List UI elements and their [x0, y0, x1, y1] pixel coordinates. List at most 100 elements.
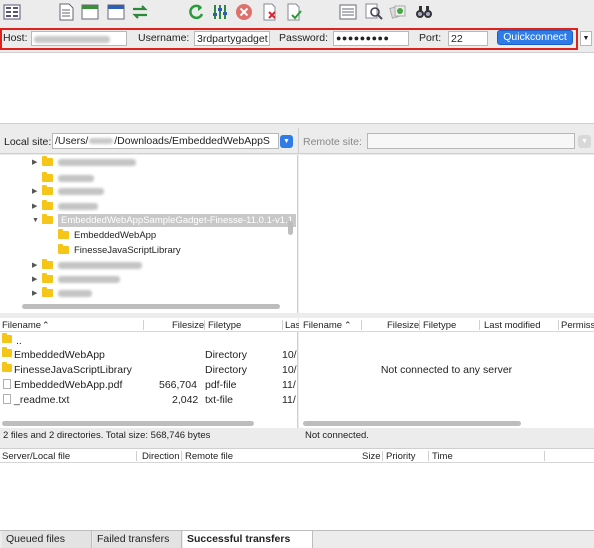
message-log-icon[interactable]	[56, 2, 76, 22]
transfer-queue[interactable]: Server/Local file Direction Remote file …	[0, 448, 594, 530]
file-name: _readme.txt	[14, 394, 70, 406]
tab-failed-transfers[interactable]: Failed transfers	[93, 531, 182, 548]
tree-node[interactable]: ▶	[32, 199, 98, 213]
password-input[interactable]: ●●●●●●●●●	[333, 31, 409, 46]
file-type: pdf-file	[205, 379, 237, 391]
column-filesize[interactable]: Filesize	[387, 320, 419, 331]
folder-icon	[58, 229, 69, 239]
folder-icon	[58, 244, 69, 254]
remote-directory-tree[interactable]	[299, 155, 594, 313]
host-label: Host:	[3, 32, 28, 44]
file-date: 11/	[282, 379, 296, 391]
sync-browsing-icon[interactable]	[388, 2, 408, 22]
local-file-list[interactable]: Filename ⌃ Filesize Filetype Las .. Embe…	[0, 318, 300, 428]
column-filename[interactable]: Filename	[303, 320, 342, 331]
file-type: txt-file	[205, 394, 234, 406]
local-tree-icon[interactable]	[80, 2, 100, 22]
filter-icon[interactable]	[210, 2, 230, 22]
tree-node[interactable]: ▶	[32, 184, 104, 198]
quickconnect-bar: Host: Username: 3rdpartygadget Password:…	[0, 28, 594, 50]
column-direction[interactable]: Direction	[142, 451, 180, 462]
sort-ascending-icon[interactable]: ⌃	[42, 320, 50, 331]
remote-path-dropdown-icon[interactable]: ▼	[578, 135, 591, 148]
file-type: Directory	[205, 364, 248, 376]
file-size: 2,042	[172, 394, 199, 406]
file-icon	[3, 394, 11, 404]
host-input[interactable]	[31, 31, 127, 46]
column-priority[interactable]: Priority	[386, 451, 416, 462]
local-list-scrollbar[interactable]	[2, 421, 254, 426]
search-icon[interactable]	[364, 2, 384, 22]
column-permissions[interactable]: Permiss	[561, 320, 594, 331]
file-icon	[3, 379, 11, 389]
remote-file-list-header: Filename ⌃ Filesize Filetype Last modifi…	[299, 318, 594, 332]
tree-node-child[interactable]: EmbeddedWebApp	[58, 228, 156, 242]
refresh-icon[interactable]	[186, 2, 206, 22]
transfer-queue-icon[interactable]	[130, 2, 150, 22]
site-manager-icon[interactable]	[2, 2, 22, 22]
remote-file-list[interactable]: Filename ⌃ Filesize Filetype Last modifi…	[299, 318, 594, 428]
file-row[interactable]: EmbeddedWebApp.pdf 566,704 pdf-file 11/	[0, 378, 298, 393]
column-filesize[interactable]: Filesize	[172, 320, 204, 331]
username-input[interactable]: 3rdpartygadget	[194, 31, 270, 46]
remote-list-scrollbar[interactable]	[303, 421, 521, 426]
toolbar	[0, 0, 594, 24]
column-last-modified[interactable]: Last modified	[484, 320, 541, 331]
column-size[interactable]: Size	[362, 451, 380, 462]
column-filetype[interactable]: Filetype	[208, 320, 241, 331]
file-date: 10/	[282, 364, 297, 376]
tree-node[interactable]: ▶	[32, 258, 142, 272]
find-files-icon[interactable]	[414, 2, 434, 22]
local-path-dropdown-icon[interactable]: ▼	[280, 135, 293, 148]
tree-horizontal-scrollbar[interactable]	[22, 304, 280, 309]
local-file-list-header: Filename ⌃ Filesize Filetype Las	[0, 318, 300, 332]
file-date: 10/	[282, 349, 297, 361]
folder-icon	[42, 172, 53, 182]
file-name: ..	[16, 335, 22, 347]
queue-header: Server/Local file Direction Remote file …	[0, 449, 594, 463]
cancel-icon[interactable]	[234, 2, 254, 22]
directory-comparison-icon[interactable]	[338, 2, 358, 22]
column-server-local-file[interactable]: Server/Local file	[2, 451, 70, 462]
sort-ascending-icon[interactable]: ⌃	[344, 320, 352, 331]
disconnect-icon[interactable]	[260, 2, 280, 22]
file-size: 566,704	[159, 379, 197, 391]
file-type: Directory	[205, 349, 248, 361]
column-remote-file[interactable]: Remote file	[185, 451, 233, 462]
tree-vertical-scrollbar[interactable]	[288, 221, 293, 235]
remote-status-bar: Not connected.	[299, 428, 594, 442]
quickconnect-dropdown-button[interactable]: ▼	[580, 31, 592, 46]
redacted-folder-name	[58, 275, 120, 283]
redacted-folder-name	[58, 202, 98, 210]
tree-node[interactable]: ▶	[32, 286, 92, 300]
file-row[interactable]: FinesseJavaScriptLibrary Directory 10/	[0, 362, 298, 378]
message-log[interactable]	[0, 52, 594, 124]
local-site-label: Local site:	[4, 136, 52, 148]
local-username-redacted	[89, 138, 114, 144]
remote-tree-icon[interactable]	[106, 2, 126, 22]
file-row[interactable]: ..	[0, 333, 298, 349]
tree-node[interactable]	[32, 171, 94, 185]
tree-node[interactable]: ▶	[32, 272, 120, 286]
quickconnect-button[interactable]: Quickconnect	[497, 30, 573, 45]
remote-path-input[interactable]	[367, 133, 575, 149]
redacted-folder-name	[58, 289, 92, 297]
local-path-prefix: /Users/	[55, 135, 89, 147]
tab-successful-transfers[interactable]: Successful transfers	[183, 531, 313, 548]
tree-node[interactable]: ▶	[32, 155, 136, 169]
folder-icon	[42, 200, 53, 210]
local-path-input[interactable]: /Users/ /Downloads/EmbeddedWebAppS	[52, 133, 279, 149]
file-row[interactable]: _readme.txt 2,042 txt-file 11/	[0, 393, 298, 408]
remote-site-bar: Remote site: ▼	[298, 128, 594, 154]
tree-node-child[interactable]: FinesseJavaScriptLibrary	[58, 243, 181, 257]
port-input[interactable]: 22	[448, 31, 488, 46]
tab-queued-files[interactable]: Queued files	[2, 531, 92, 548]
file-row[interactable]: EmbeddedWebApp Directory 10/	[0, 347, 298, 363]
reconnect-icon[interactable]	[284, 2, 304, 22]
column-time[interactable]: Time	[432, 451, 453, 462]
folder-icon	[2, 362, 12, 372]
local-directory-tree[interactable]: ▶ ▶ ▶ ▼ EmbeddedWebAppSampleGadget-Finess…	[0, 155, 298, 313]
tree-node-selected[interactable]: ▼ EmbeddedWebAppSampleGadget-Finesse-11.0…	[32, 213, 297, 227]
column-filename[interactable]: Filename	[2, 320, 41, 331]
column-filetype[interactable]: Filetype	[423, 320, 456, 331]
